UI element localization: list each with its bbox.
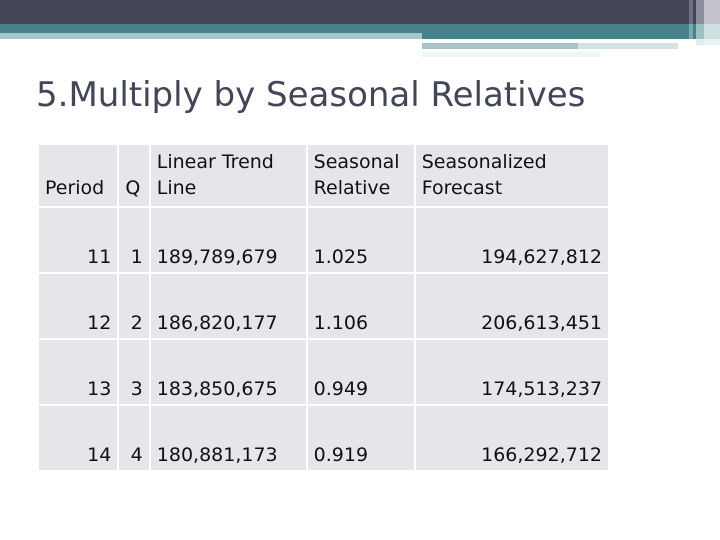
cell-linear-trend-line: 186,820,177 <box>150 274 306 338</box>
cell-linear-trend-line: 189,789,679 <box>150 208 306 272</box>
banner-vertical-strip-4-foot <box>704 39 720 45</box>
banner-dark-block <box>0 0 720 24</box>
cell-seasonalized-forecast: 194,627,812 <box>415 208 608 272</box>
banner-light-teal-left <box>0 33 422 39</box>
seasonalized-forecast-table: Period Q Linear Trend Line Seasonal Rela… <box>37 143 610 472</box>
column-header-linear-trend-line: Linear Trend Line <box>150 145 306 206</box>
banner-pale-rule <box>578 43 678 49</box>
cell-linear-trend-line: 180,881,173 <box>150 406 306 470</box>
cell-period: 12 <box>39 274 118 338</box>
banner-vertical-strip-3-foot <box>696 39 704 45</box>
column-header-relative-line1: Seasonal <box>313 151 400 173</box>
cell-seasonalized-forecast: 174,513,237 <box>415 340 608 404</box>
table-row: 14 4 180,881,173 0.919 166,292,712 <box>39 406 608 470</box>
cell-linear-trend-line: 183,850,675 <box>150 340 306 404</box>
table-header-row: Period Q Linear Trend Line Seasonal Rela… <box>39 145 608 206</box>
banner-vertical-strip-3-lower <box>696 24 704 39</box>
cell-period: 11 <box>39 208 118 272</box>
cell-q: 1 <box>119 208 149 272</box>
column-header-period-line2: Period <box>45 177 105 199</box>
column-header-forecast-line2: Forecast <box>421 177 503 199</box>
column-header-q-line2: Q <box>125 177 141 199</box>
banner-vertical-strip-4-lower <box>704 24 720 39</box>
column-header-seasonalized-forecast: Seasonalized Forecast <box>415 145 608 206</box>
banner-vertical-strip-3 <box>696 0 704 24</box>
cell-period: 13 <box>39 340 118 404</box>
cell-q: 2 <box>119 274 149 338</box>
cell-q: 3 <box>119 340 149 404</box>
column-header-trend-line1: Linear Trend <box>156 151 274 173</box>
banner-faint-rule <box>422 52 600 57</box>
table-row: 12 2 186,820,177 1.106 206,613,451 <box>39 274 608 338</box>
cell-seasonalized-forecast: 206,613,451 <box>415 274 608 338</box>
table-row: 13 3 183,850,675 0.949 174,513,237 <box>39 340 608 404</box>
column-header-seasonal-relative: Seasonal Relative <box>307 145 414 206</box>
table-row: 11 1 189,789,679 1.025 194,627,812 <box>39 208 608 272</box>
column-header-q: Q <box>119 145 149 206</box>
cell-seasonalized-forecast: 166,292,712 <box>415 406 608 470</box>
slide-header-banner <box>0 0 720 60</box>
column-header-forecast-line1: Seasonalized <box>421 151 547 173</box>
cell-period: 14 <box>39 406 118 470</box>
table-header: Period Q Linear Trend Line Seasonal Rela… <box>39 145 608 206</box>
cell-q: 4 <box>119 406 149 470</box>
banner-vertical-strip-4 <box>704 0 720 24</box>
page-title: 5.Multiply by Seasonal Relatives <box>36 75 586 115</box>
column-header-period: Period <box>39 145 118 206</box>
table-body: 11 1 189,789,679 1.025 194,627,812 12 2 … <box>39 208 608 470</box>
column-header-relative-line2: Relative <box>313 177 391 199</box>
cell-seasonal-relative: 1.106 <box>307 274 414 338</box>
column-header-trend-line2: Line <box>156 177 197 199</box>
cell-seasonal-relative: 0.919 <box>307 406 414 470</box>
cell-seasonal-relative: 0.949 <box>307 340 414 404</box>
cell-seasonal-relative: 1.025 <box>307 208 414 272</box>
